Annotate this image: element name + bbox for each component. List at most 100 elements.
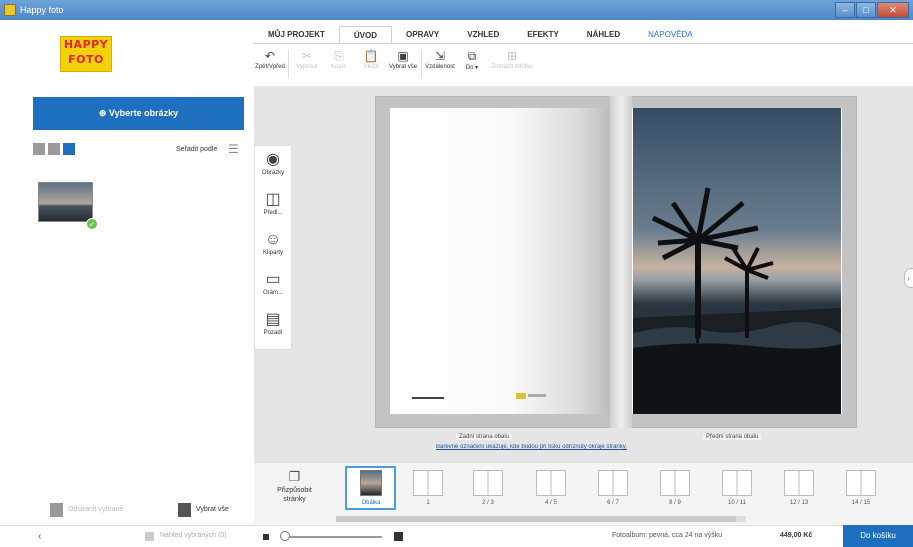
layouts-tool[interactable]: ◫ Předl...	[255, 186, 291, 226]
palm-silhouette	[633, 187, 841, 414]
align-label: Do ▾	[465, 65, 479, 71]
frames-tool-label: Orám...	[262, 290, 283, 296]
next-page-icon[interactable]: ›	[904, 268, 913, 288]
small-view-icon[interactable]	[63, 143, 75, 155]
back-cover-label: Zadní strana obalu	[456, 434, 513, 440]
undo-label: Zpět/Vpřed	[255, 64, 285, 70]
minimize-icon[interactable]: –	[835, 2, 855, 18]
brand-logo: HAPPY FOTO	[60, 36, 112, 72]
adjust-pages-label: Přizpůsobit stránky	[277, 487, 312, 503]
select-all-icon[interactable]	[178, 503, 191, 517]
background-tool-label: Pozadí	[263, 330, 283, 336]
close-icon[interactable]: ✕	[877, 2, 909, 18]
product-info: Fotoalbum: pevná, cca 24 na výšku	[612, 532, 723, 539]
copy-icon: ⎘	[334, 49, 344, 63]
smiley-icon: ☺	[264, 231, 282, 248]
tab-divider	[254, 43, 913, 44]
window-title: Happy foto	[20, 5, 64, 15]
select-images-button[interactable]: ⊕ Vyberte obrázky	[33, 97, 244, 130]
page-thumbnail[interactable]	[413, 470, 443, 496]
back-cover-text	[412, 397, 444, 399]
tab-preview[interactable]: NÁHLED	[573, 26, 634, 44]
page-thumbnail[interactable]	[536, 470, 566, 496]
page-thumbnail[interactable]	[722, 470, 752, 496]
trim-notice-link[interactable]: Barevné označení ukazuje, kde budou při …	[436, 444, 776, 450]
adjust-pages-button[interactable]: ❐ Přizpůsobit stránky	[267, 468, 322, 504]
page-number: 6 / 7	[607, 500, 619, 506]
view-size-toggle	[33, 143, 75, 155]
paste-label: Vložit	[363, 64, 379, 70]
tab-help[interactable]: NÁPOVĚDA	[634, 26, 706, 44]
tab-my-project[interactable]: MŮJ PROJEKT	[254, 26, 339, 44]
page-thumbnail[interactable]	[473, 470, 503, 496]
zoom-slider-handle[interactable]	[280, 531, 290, 541]
images-tool-label: Obrázky	[261, 170, 285, 176]
remove-selected-label[interactable]: Odstranit vybrané	[68, 506, 123, 513]
tab-effects[interactable]: EFEKTY	[513, 26, 573, 44]
align-button[interactable]: ⧉ Do ▾	[456, 46, 488, 82]
background-tool[interactable]: ▤ Pozadí	[255, 306, 291, 346]
large-view-icon[interactable]	[33, 143, 45, 155]
maximize-icon[interactable]: □	[856, 2, 876, 18]
cover-thumbnail	[360, 470, 382, 496]
medium-view-icon[interactable]	[48, 143, 60, 155]
page-thumbnail[interactable]	[784, 470, 814, 496]
cliparts-tool[interactable]: ☺ Kliparty	[255, 226, 291, 266]
preview-icon[interactable]	[145, 532, 154, 541]
layout-icon: ▣	[397, 49, 409, 63]
page-number: 1	[426, 500, 430, 506]
cover-photo[interactable]	[633, 108, 841, 414]
tab-corrections[interactable]: OPRAVY	[392, 26, 453, 44]
page-thumbnail[interactable]	[660, 470, 690, 496]
background-icon: ▤	[265, 311, 281, 328]
front-cover-label: Přední strana obalu	[703, 434, 762, 440]
paste-button[interactable]: 📋 Vložit	[355, 46, 387, 82]
app-icon	[4, 4, 16, 16]
trash-icon[interactable]	[50, 503, 63, 517]
page-thumbnail[interactable]	[598, 470, 628, 496]
book-spine	[610, 96, 632, 428]
layout-icon: ◫	[265, 191, 281, 208]
image-thumbnail[interactable]	[38, 182, 93, 222]
scrollbar-thumb[interactable]	[336, 516, 736, 522]
spacing-button[interactable]: ⇲ Vzdálenost	[424, 46, 456, 82]
menu-tabs: MŮJ PROJEKT ÚVOD OPRAVY VZHLED EFEKTY NÁ…	[254, 26, 707, 44]
zoom-slider[interactable]	[282, 536, 382, 538]
sidebar-footer: Odstranit vybrané Vybrat vše	[0, 497, 254, 525]
page-strip-scrollbar[interactable]	[336, 516, 746, 522]
cut-button[interactable]: ✂ Vyjmout	[291, 46, 323, 82]
tab-appearance[interactable]: VZHLED	[453, 26, 513, 44]
page-thumbnail[interactable]	[846, 470, 876, 496]
page-number: 12 / 13	[789, 500, 809, 506]
toolbar: ↶ Zpět/Vpřed ✂ Vyjmout ⎘ Kopír. 📋 Vložit ▣ Vy…	[254, 46, 536, 82]
preview-selected-label[interactable]: Náhled vybraných (0)	[160, 532, 227, 539]
cover-thumbnail-label: Obálka	[361, 500, 381, 506]
undo-icon: ↶	[264, 49, 276, 63]
zoom-out-icon[interactable]	[263, 534, 269, 540]
collapse-sidebar-icon[interactable]: ‹	[38, 531, 41, 542]
page-number: 14 / 15	[851, 500, 871, 506]
zoom-in-icon[interactable]	[394, 532, 403, 541]
status-bar: ‹ Náhled vybraných (0) Fotoalbum: pevná,…	[0, 525, 913, 547]
copy-label: Kopír.	[331, 64, 347, 70]
page-number: 2 / 3	[482, 500, 494, 506]
toolbar-separator	[288, 50, 289, 78]
images-tool[interactable]: ◉ Obrázky	[255, 146, 291, 186]
align-icon: ⧉	[467, 49, 477, 63]
grid-button[interactable]: ⊞ Zobrazit mřížku	[488, 46, 536, 82]
sort-icon[interactable]: ☰	[228, 142, 239, 156]
select-all-button[interactable]: ▣ Vybrat vše	[387, 46, 419, 82]
add-to-cart-button[interactable]: Do košíku	[843, 525, 913, 547]
copy-button[interactable]: ⎘ Kopír.	[323, 46, 355, 82]
title-bar: Happy foto – □ ✕	[0, 0, 913, 20]
undo-button[interactable]: ↶ Zpět/Vpřed	[254, 46, 286, 82]
select-all-label[interactable]: Vybrat vše	[196, 506, 229, 513]
tab-home[interactable]: ÚVOD	[338, 26, 393, 44]
back-cover-page[interactable]	[390, 108, 610, 414]
frame-icon: ▭	[265, 271, 281, 288]
camera-icon: ◉	[266, 151, 280, 168]
frames-tool[interactable]: ▭ Orám...	[255, 266, 291, 306]
layouts-tool-label: Předl...	[263, 210, 283, 216]
sort-label[interactable]: Seřadit podle	[176, 146, 217, 153]
cut-icon: ✂	[301, 49, 313, 63]
